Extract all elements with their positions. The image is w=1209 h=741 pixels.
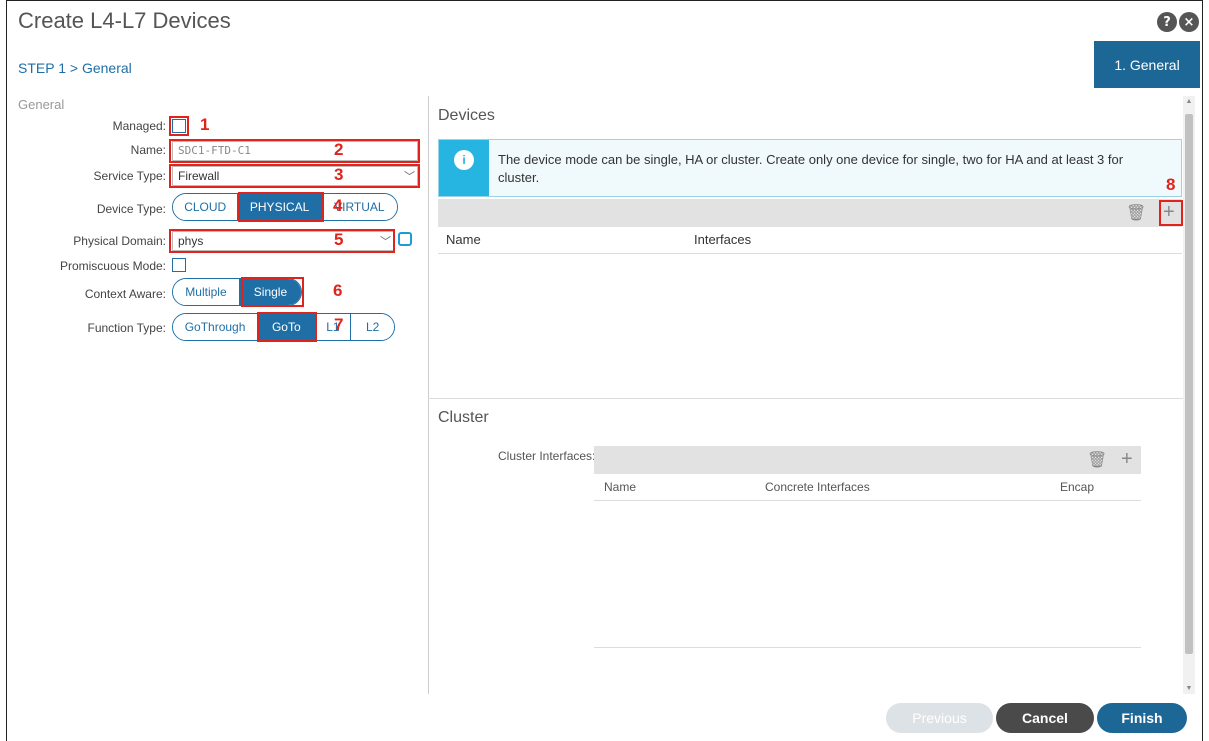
header-icons: ? × [1157, 12, 1199, 32]
annotation-6: 6 [333, 281, 343, 300]
device-type-cloud[interactable]: CLOUD [173, 194, 239, 220]
step-breadcrumb: STEP 1 > General [18, 60, 132, 76]
function-type-gothrough[interactable]: GoThrough [173, 314, 259, 340]
devices-col-name[interactable]: Name [446, 232, 481, 247]
service-type-label: Service Type: [93, 169, 166, 183]
previous-button[interactable]: Previous [886, 703, 993, 733]
cluster-col-concrete-interfaces[interactable]: Concrete Interfaces [765, 480, 870, 494]
annotation-box-3 [169, 164, 420, 188]
scroll-up-icon[interactable]: ▲ [1183, 98, 1195, 105]
info-text: The device mode can be single, HA or clu… [498, 152, 1124, 185]
close-icon[interactable]: × [1179, 12, 1199, 32]
name-label: Name: [130, 143, 166, 157]
physical-domain-label: Physical Domain: [73, 234, 166, 248]
cluster-header-line [594, 500, 1141, 501]
cluster-title: Cluster [438, 409, 489, 426]
devices-toolbar: 🗑 + [438, 199, 1182, 227]
annotation-box-8 [1159, 200, 1183, 226]
device-type-label: Device Type: [96, 202, 166, 216]
panel-scrollbar[interactable]: ▲ ▼ [1183, 96, 1195, 694]
context-aware-label: Context Aware: [84, 287, 166, 301]
cluster-col-name[interactable]: Name [604, 480, 636, 494]
annotation-box-4 [238, 192, 324, 222]
annotation-5: 5 [334, 230, 344, 249]
devices-header-line [438, 253, 1182, 254]
annotation-box-5 [169, 229, 395, 253]
annotation-box-6 [241, 277, 304, 307]
annotation-1: 1 [200, 115, 210, 134]
annotation-3: 3 [334, 165, 344, 184]
cluster-bottom-line [594, 647, 1141, 648]
panel-divider [428, 96, 429, 694]
help-icon[interactable]: ? [1157, 12, 1177, 32]
promiscuous-mode-label: Promiscuous Mode: [59, 259, 166, 273]
dialog-frame [6, 0, 1203, 741]
dialog-title: Create L4-L7 Devices [18, 8, 231, 33]
annotation-4: 4 [333, 196, 343, 215]
cluster-col-encap[interactable]: Encap [1060, 480, 1094, 494]
info-icon: i [454, 150, 474, 170]
section-divider [428, 398, 1183, 399]
function-type-label: Function Type: [87, 321, 167, 335]
step-tab-general[interactable]: 1. General [1094, 41, 1200, 88]
function-type-l2[interactable]: L2 [351, 314, 394, 340]
add-cluster-interface-icon[interactable]: + [1121, 448, 1133, 471]
info-bar: i [439, 140, 489, 196]
trash-icon[interactable]: 🗑 [1087, 450, 1107, 470]
annotation-7: 7 [334, 315, 344, 334]
annotation-2: 2 [334, 140, 344, 159]
managed-label: Managed: [112, 119, 166, 133]
external-link-icon[interactable] [398, 232, 412, 246]
cancel-button[interactable]: Cancel [996, 703, 1094, 733]
cluster-interfaces-label: Cluster Interfaces: [498, 449, 596, 463]
devices-col-interfaces[interactable]: Interfaces [694, 232, 751, 247]
trash-icon[interactable]: 🗑 [1126, 203, 1146, 223]
promiscuous-mode-checkbox[interactable] [172, 258, 186, 272]
cluster-toolbar: 🗑 + [594, 446, 1141, 474]
scroll-thumb[interactable] [1185, 114, 1193, 654]
devices-title: Devices [438, 107, 495, 124]
annotation-box-1 [169, 116, 189, 136]
scroll-down-icon[interactable]: ▼ [1183, 685, 1195, 692]
annotation-8: 8 [1166, 175, 1176, 194]
finish-button[interactable]: Finish [1097, 703, 1187, 733]
general-section-label: General [18, 97, 65, 112]
context-aware-multiple[interactable]: Multiple [173, 279, 240, 305]
devices-info-banner: i The device mode can be single, HA or c… [438, 139, 1182, 197]
annotation-box-7 [257, 312, 317, 342]
annotation-box-2 [169, 139, 420, 163]
